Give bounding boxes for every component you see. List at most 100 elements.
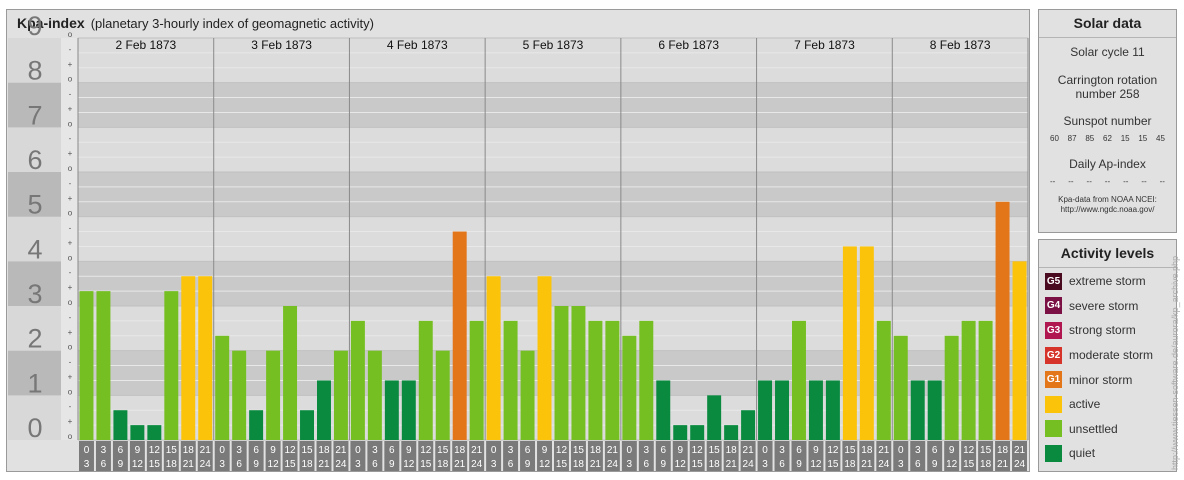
activity-legend: G5 extreme storm G4 severe storm G3 strong st… xyxy=(1039,268,1176,466)
interval-end-d5-s5: 18 xyxy=(844,459,856,470)
interval-start-d1-s6: 18 xyxy=(318,445,330,456)
day-label-1: 3 Feb 1873 xyxy=(251,38,312,52)
minor-tick-5-2: - xyxy=(69,179,72,188)
bar-d5-s7 xyxy=(876,320,891,440)
bar-d3-s0 xyxy=(486,276,501,440)
legend-item-extreme-storm: G5 extreme storm xyxy=(1039,269,1176,294)
interval-start-d3-s0: 0 xyxy=(491,445,497,456)
interval-end-d4-s2: 9 xyxy=(660,459,666,470)
y-band-5 xyxy=(78,172,1028,217)
day-label-5: 7 Feb 1873 xyxy=(794,38,855,52)
bar-d5-s4 xyxy=(825,380,840,440)
y-tick-label-0: 0 xyxy=(27,413,42,443)
interval-start-d6-s2: 6 xyxy=(932,445,938,456)
bar-d6-s2 xyxy=(927,380,942,440)
bar-d5-s6 xyxy=(859,246,874,440)
ap-value-1: -- xyxy=(1068,177,1074,186)
legend-label-3: moderate storm xyxy=(1069,348,1154,363)
bar-d4-s2 xyxy=(656,380,671,440)
bar-d0-s2 xyxy=(113,410,128,440)
interval-start-d3-s2: 6 xyxy=(525,445,531,456)
interval-start-d0-s3: 9 xyxy=(135,445,141,456)
interval-start-d1-s1: 3 xyxy=(236,445,242,456)
minor-tick-0-1: + xyxy=(68,417,73,426)
bar-d2-s1 xyxy=(367,350,382,440)
interval-start-d4-s7: 21 xyxy=(743,445,755,456)
interval-end-d0-s0: 3 xyxy=(84,459,90,470)
bar-d6-s3 xyxy=(944,335,959,440)
kpa-chart-panel: Kpa-index (planetary 3-hourly index of ge… xyxy=(6,9,1030,472)
interval-end-d3-s2: 9 xyxy=(525,459,531,470)
day-label-4: 6 Feb 1873 xyxy=(658,38,719,52)
bar-d1-s7 xyxy=(333,350,348,440)
minor-tick-1-0: o xyxy=(68,387,73,396)
y-tick-label-6: 6 xyxy=(27,145,42,175)
interval-start-d2-s4: 12 xyxy=(420,445,432,456)
bar-d0-s3 xyxy=(130,425,145,440)
bar-d5-s3 xyxy=(808,380,823,440)
activity-levels-panel: Activity levels G5 extreme storm G4 severe … xyxy=(1038,239,1177,472)
interval-end-d2-s6: 21 xyxy=(454,459,466,470)
y-band-4 xyxy=(78,216,1028,262)
interval-start-d0-s1: 3 xyxy=(101,445,107,456)
bar-d2-s5 xyxy=(435,350,450,440)
sunspot-value-1: 87 xyxy=(1067,134,1077,143)
minor-tick-9-0: o xyxy=(68,30,73,39)
bar-d1-s0 xyxy=(215,335,230,440)
interval-end-d1-s4: 15 xyxy=(284,459,296,470)
minor-tick-5-1: + xyxy=(68,194,73,203)
legend-swatch-2: G3 xyxy=(1045,321,1062,339)
day-label-6: 8 Feb 1873 xyxy=(930,38,991,52)
solar-data-panel: Solar data Solar cycle 11 Carrington rot… xyxy=(1038,9,1177,233)
bar-d4-s0 xyxy=(622,335,637,440)
interval-end-d4-s6: 21 xyxy=(726,459,738,470)
interval-start-d0-s7: 21 xyxy=(200,445,212,456)
interval-end-d5-s2: 9 xyxy=(796,459,802,470)
bar-d2-s7 xyxy=(469,320,484,440)
sunspot-value-4: 15 xyxy=(1120,134,1130,143)
interval-start-d1-s2: 6 xyxy=(253,445,259,456)
bar-d3-s2 xyxy=(520,350,535,440)
minor-tick-7-0: o xyxy=(68,119,73,128)
y-tick-label-3: 3 xyxy=(27,279,42,309)
interval-start-d6-s6: 18 xyxy=(997,445,1009,456)
legend-item-minor-storm: G1 minor storm xyxy=(1039,367,1176,392)
y-tick-label-7: 7 xyxy=(27,100,42,130)
bar-d1-s1 xyxy=(232,350,247,440)
minor-tick-0-2: - xyxy=(69,402,72,411)
legend-swatch-4: G1 xyxy=(1045,371,1062,389)
ap-index-values: -- -- -- -- -- -- -- xyxy=(1039,177,1176,186)
interval-end-d0-s4: 15 xyxy=(149,459,161,470)
bar-d1-s4 xyxy=(283,306,298,440)
interval-start-d2-s6: 18 xyxy=(454,445,466,456)
bar-d6-s1 xyxy=(910,380,925,440)
interval-end-d3-s1: 6 xyxy=(508,459,514,470)
interval-end-d2-s5: 18 xyxy=(437,459,449,470)
y-tick-label-2: 2 xyxy=(27,324,42,354)
y-tick-label-1: 1 xyxy=(27,368,42,398)
ap-value-2: -- xyxy=(1086,177,1092,186)
interval-start-d4-s5: 15 xyxy=(709,445,721,456)
interval-end-d1-s0: 3 xyxy=(219,459,225,470)
source-link[interactable]: http://www.ngdc.noaa.gov/ xyxy=(1039,205,1176,215)
interval-end-d4-s1: 6 xyxy=(644,459,650,470)
interval-end-d1-s6: 21 xyxy=(318,459,330,470)
bar-d6-s4 xyxy=(961,320,976,440)
interval-end-d6-s7: 24 xyxy=(1014,459,1026,470)
interval-end-d0-s7: 24 xyxy=(200,459,212,470)
interval-end-d6-s4: 15 xyxy=(963,459,975,470)
minor-tick-7-1: + xyxy=(68,104,73,113)
minor-tick-3-0: o xyxy=(68,298,73,307)
ap-value-6: -- xyxy=(1159,177,1165,186)
bar-d2-s2 xyxy=(384,380,399,440)
legend-label-5: active xyxy=(1069,397,1101,412)
interval-start-d4-s4: 12 xyxy=(692,445,704,456)
interval-start-d5-s2: 6 xyxy=(796,445,802,456)
bar-d0-s0 xyxy=(79,291,94,440)
interval-start-d2-s2: 6 xyxy=(389,445,395,456)
bar-d2-s0 xyxy=(350,320,365,440)
minor-tick-3-1: + xyxy=(68,283,73,292)
minor-tick-2-0: o xyxy=(68,343,73,352)
sunspot-value-0: 60 xyxy=(1050,134,1059,143)
minor-tick-6-1: + xyxy=(68,149,73,158)
